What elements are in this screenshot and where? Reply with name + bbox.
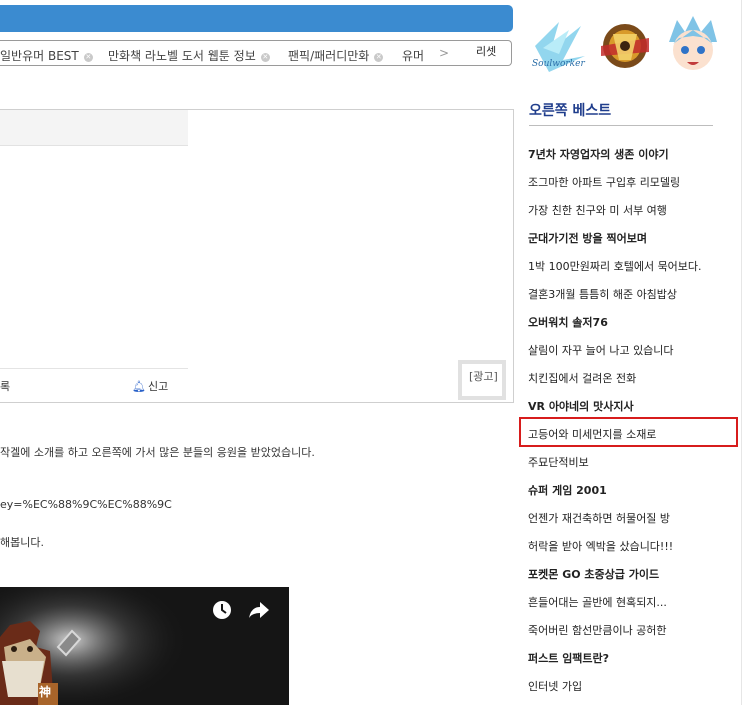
post-body-line: 해봅니다. xyxy=(0,536,44,549)
tag-item[interactable]: 유머 xyxy=(402,47,424,64)
best-item[interactable]: 가장 친한 친구와 미 서부 여행 xyxy=(528,202,667,218)
best-item[interactable]: 포켓몬 GO 초중상급 가이드 xyxy=(528,566,659,582)
best-item[interactable]: 주묘단적비보 xyxy=(528,454,589,470)
sidebar-title-divider xyxy=(529,125,713,126)
anime-character-avatar[interactable] xyxy=(663,16,723,78)
tag-remove-icon[interactable]: ✕ xyxy=(260,53,270,62)
tag-item[interactable]: 만화책 라노벨 도서 웹툰 정보 ✕ xyxy=(108,47,270,64)
post-body-line: 작겔에 소개를 하고 오른쪽에 가서 많은 분들의 응원을 받았었습니다. xyxy=(0,446,315,459)
ad-label: [광고] xyxy=(469,370,498,383)
best-item[interactable]: 군대가기전 방을 찍어보며 xyxy=(528,230,647,246)
ad-box[interactable]: [광고] xyxy=(458,360,506,400)
best-item[interactable]: 조그마한 아파트 구입후 리모델링 xyxy=(528,174,680,190)
best-item[interactable]: 언젠가 재건축하면 허물어질 방 xyxy=(528,510,670,526)
tag-label: 팬픽/패러디만화 xyxy=(288,49,370,63)
best-item[interactable]: 7년차 자영업자의 생존 이야기 xyxy=(528,146,669,162)
svg-text:Soulworker: Soulworker xyxy=(532,59,585,69)
post-frame-bottom xyxy=(0,402,514,403)
tag-label: 일반유머 BEST xyxy=(0,49,79,63)
post-frame-right xyxy=(513,109,514,403)
game-emblem-image[interactable] xyxy=(595,16,655,78)
embed-panel-header xyxy=(0,110,188,146)
tag-item[interactable]: 일반유머 BEST ✕ xyxy=(0,47,93,64)
tag-label: 유머 xyxy=(402,49,425,63)
tag-next-arrow[interactable]: > xyxy=(439,46,449,60)
best-item[interactable]: 퍼스트 임팩트란? xyxy=(528,650,609,666)
best-item[interactable]: 인터넷 가입 xyxy=(528,678,582,694)
tag-reset-button[interactable]: 리셋 xyxy=(476,43,496,59)
tag-remove-icon[interactable]: ✕ xyxy=(374,53,384,62)
selection-highlight-box xyxy=(519,417,738,447)
ad-box-inner: [광고] xyxy=(462,364,502,396)
share-icon[interactable] xyxy=(248,600,270,620)
best-item[interactable]: VR 아야네의 맛사지사 xyxy=(528,398,634,414)
tag-remove-icon[interactable]: ✕ xyxy=(83,53,93,62)
tag-label: 만화책 라노벨 도서 웹툰 정보 xyxy=(108,49,256,63)
banner-avatars: Soulworker xyxy=(529,16,729,82)
action-left-label[interactable]: 록 xyxy=(0,378,10,394)
best-item[interactable]: 1박 100만원짜리 호텔에서 묵어보다. xyxy=(528,258,702,274)
best-item[interactable]: 오버워치 솔저76 xyxy=(528,314,608,330)
post-body-link[interactable]: ey=%EC%88%9C%EC%88%9C xyxy=(0,498,172,511)
soulworker-logo-image[interactable]: Soulworker xyxy=(529,16,589,78)
top-header-bar xyxy=(0,5,513,32)
best-item[interactable]: 죽어버린 함선만큼이나 공허한 xyxy=(528,622,667,638)
sidebar-title[interactable]: 오른쪽 베스트 xyxy=(529,100,611,120)
report-button[interactable]: 🔔︎ 신고 xyxy=(132,378,168,394)
best-item[interactable]: 허락을 받아 엑박을 샀습니다!!! xyxy=(528,538,673,554)
report-label: 신고 xyxy=(147,380,169,393)
bell-icon: 🔔︎ xyxy=(132,380,146,393)
embedded-video[interactable]: 神 xyxy=(0,587,289,705)
best-item[interactable]: 치킨집에서 걸려온 전화 xyxy=(528,370,636,386)
tag-filter-bar: 일반유머 BEST ✕ 만화책 라노벨 도서 웹툰 정보 ✕ 팬픽/패러디만화 ✕ 유… xyxy=(0,40,512,66)
video-badge-glyph: 神 xyxy=(39,685,52,699)
best-item[interactable]: 흔들어대는 골반에 현혹되지... xyxy=(528,594,667,610)
action-bar-divider xyxy=(0,368,188,369)
best-item[interactable]: 결혼3개월 틈틈히 해준 아침밥상 xyxy=(528,286,677,302)
best-item[interactable]: 슈퍼 게임 2001 xyxy=(528,482,607,498)
sidebar-border xyxy=(741,0,742,705)
clock-icon[interactable] xyxy=(212,600,232,620)
tag-item[interactable]: 팬픽/패러디만화 ✕ xyxy=(288,47,384,64)
best-item[interactable]: 살림이 자꾸 늘어 나고 있습니다 xyxy=(528,342,674,358)
